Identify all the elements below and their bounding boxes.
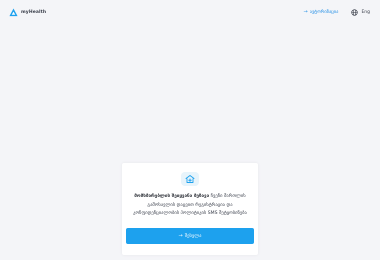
- login-link[interactable]: → ავტორიზაცია: [303, 9, 339, 16]
- login-label: ავტორიზაცია: [309, 10, 339, 15]
- card-icon-wrap: [180, 171, 200, 187]
- shield-medical-icon: [185, 175, 195, 183]
- globe-icon: [351, 9, 359, 16]
- header-actions: → ავტორიზაცია Eng: [304, 9, 370, 16]
- card-description-bold: მომხმარებლის შეიყვანა მეზავა: [134, 194, 210, 199]
- brand[interactable]: myHealth: [9, 8, 46, 17]
- card-description: მომხმარებლის შეიყვანა მეზავა ჩვენი მართლ…: [130, 193, 250, 219]
- page: myHealth → ავტორიზაცია Eng მომხმარებლის …: [0, 0, 380, 260]
- triangle-logo-icon: [9, 8, 18, 17]
- enter-button-label: შესვლა: [184, 233, 202, 239]
- language-switcher[interactable]: Eng: [351, 9, 370, 16]
- top-header: myHealth → ავტორიზაცია Eng: [0, 0, 380, 24]
- brand-name: myHealth: [21, 10, 47, 15]
- enter-button[interactable]: → შესვლა: [126, 228, 254, 244]
- card-icon-background: [181, 172, 199, 186]
- arrow-right-icon: →: [178, 232, 183, 239]
- language-label: Eng: [361, 10, 370, 15]
- arrow-right-icon: →: [303, 9, 308, 15]
- login-card: მომხმარებლის შეიყვანა მეზავა ჩვენი მართლ…: [122, 163, 258, 255]
